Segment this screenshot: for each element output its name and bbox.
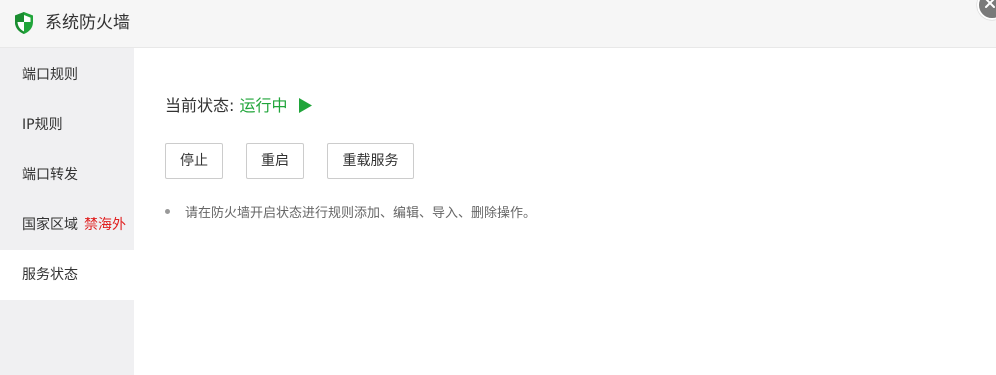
bullet-icon (165, 209, 170, 214)
close-icon (985, 0, 995, 8)
block-overseas-badge: 禁海外 (84, 217, 126, 233)
sidebar-item-ip-rules[interactable]: IP规则 (0, 100, 134, 150)
sidebar-item-label: IP规则 (22, 117, 63, 133)
status-value: 运行中 (239, 96, 288, 115)
main-panel: 当前状态: 运行中 停止 重启 重载服务 请在防火墙开启状态进行规则添加、编辑、… (134, 48, 996, 375)
stop-button[interactable]: 停止 (165, 143, 223, 179)
title-bar: 系统防火墙 (0, 0, 996, 48)
sidebar-item-label: 服务状态 (22, 267, 78, 283)
restart-button[interactable]: 重启 (246, 143, 304, 179)
close-button[interactable] (977, 0, 996, 20)
shield-icon (13, 11, 35, 35)
reload-service-button[interactable]: 重载服务 (327, 143, 414, 179)
tip-item: 请在防火墙开启状态进行规则添加、编辑、导入、删除操作。 (165, 204, 536, 224)
sidebar-item-country-region[interactable]: 国家区域 禁海外 (0, 200, 134, 250)
sidebar-item-port-forward[interactable]: 端口转发 (0, 150, 134, 200)
sidebar: 端口规则 IP规则 端口转发 国家区域 禁海外 服务状态 (0, 48, 134, 375)
status-line: 当前状态: 运行中 (165, 95, 312, 119)
sidebar-item-label: 端口转发 (22, 167, 78, 183)
sidebar-item-service-status[interactable]: 服务状态 (0, 250, 134, 300)
window-title: 系统防火墙 (45, 13, 130, 33)
firewall-window: 系统防火墙 端口规则 IP规则 端口转发 国家区域 禁海外 服务状态 当前状态: … (0, 0, 996, 375)
tip-text: 请在防火墙开启状态进行规则添加、编辑、导入、删除操作。 (185, 206, 537, 221)
sidebar-item-label: 国家区域 (22, 217, 78, 233)
status-label: 当前状态: (165, 96, 235, 115)
sidebar-item-port-rules[interactable]: 端口规则 (0, 50, 134, 100)
sidebar-item-label: 端口规则 (22, 67, 78, 83)
play-icon (298, 97, 312, 119)
